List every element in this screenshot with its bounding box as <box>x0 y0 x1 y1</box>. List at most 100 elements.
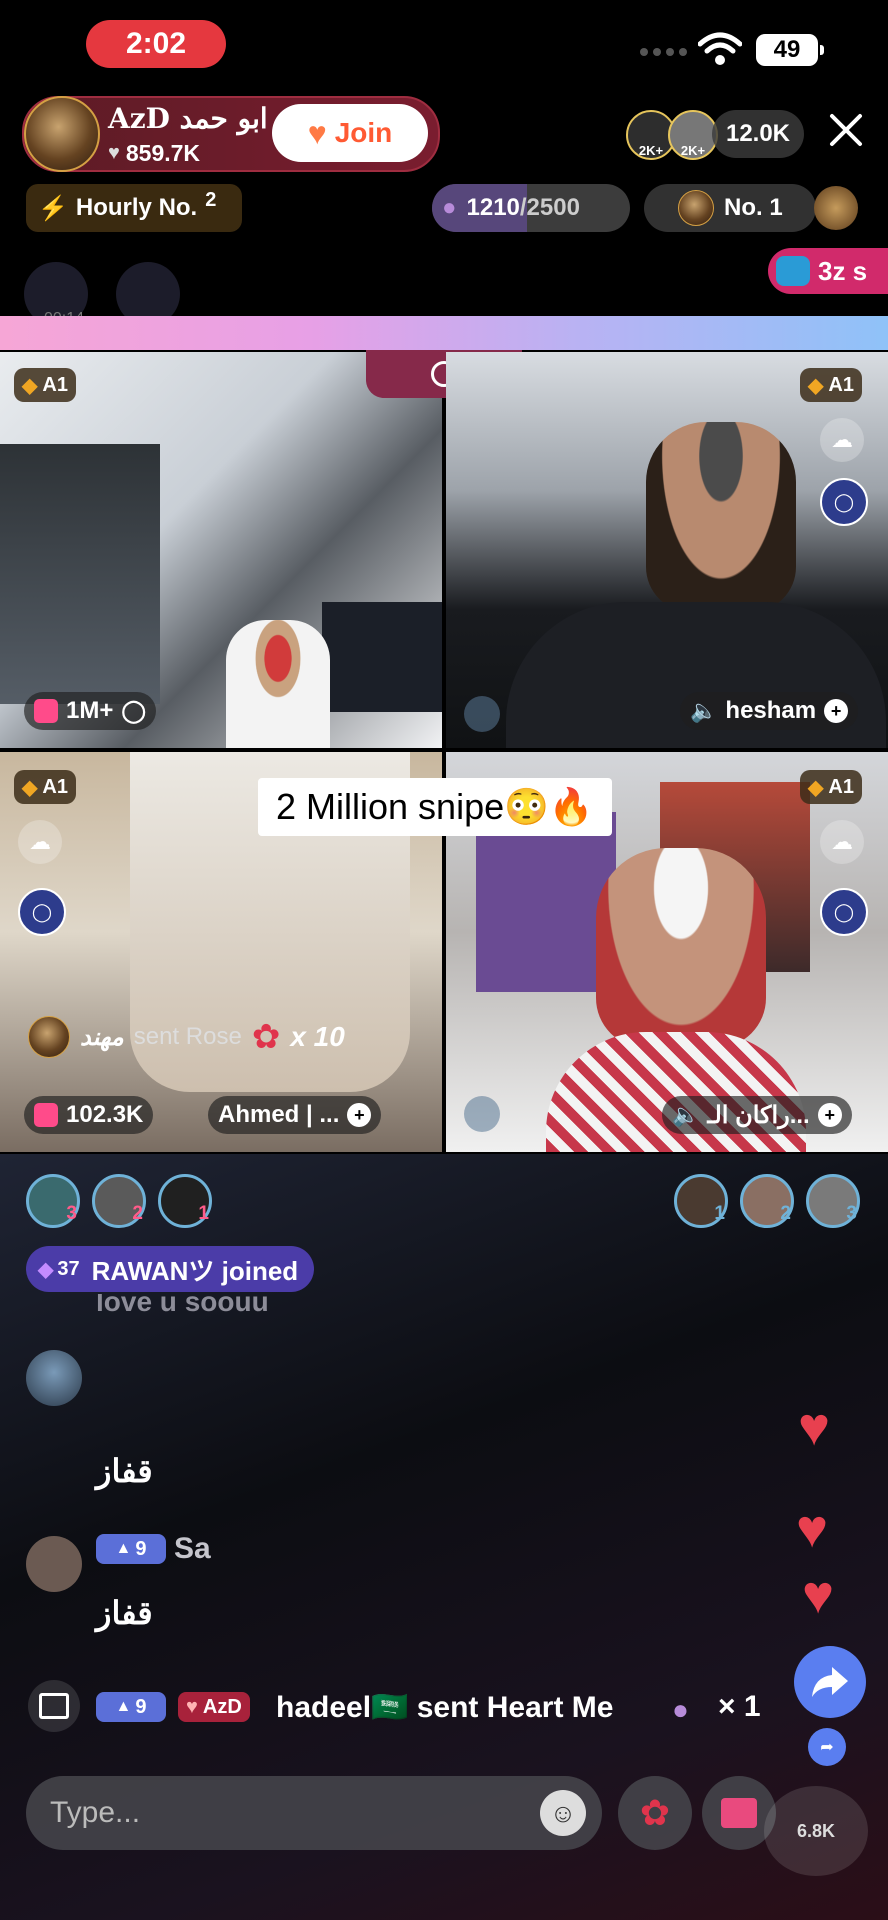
tile-2-person <box>646 422 796 612</box>
tile-1-tier: ◆ A1 <box>14 368 76 402</box>
tile-2-name-pill[interactable]: 🔈 hesham + <box>680 692 859 730</box>
status-bar: 2:02 49 <box>0 0 888 92</box>
top-viewer-avatar-2[interactable]: 2K+ <box>668 110 718 160</box>
left-rank-avatar-1[interactable]: 1 <box>158 1174 212 1228</box>
right-rank-avatar-3[interactable]: 3 <box>806 1174 860 1228</box>
heart-icon: ♥ <box>108 142 120 164</box>
battle-progress-bar <box>0 316 888 350</box>
tile-3-tier: ◆ A1 <box>14 770 76 804</box>
chat-username-2[interactable]: Sa <box>174 1532 211 1566</box>
promo-label: 3z s <box>818 255 868 286</box>
hourly-rank-chip[interactable]: ⚡ Hourly No. 2 <box>26 184 242 232</box>
diamond-icon: ◆ <box>808 776 824 799</box>
lips-gift-icon: ● <box>672 1694 689 1725</box>
hourly-label: Hourly No. <box>75 194 198 221</box>
gift-line-level-chip: ▲ 9 <box>96 1692 166 1722</box>
chat-avatar-2[interactable] <box>26 1536 82 1592</box>
tile-3-mask-icon[interactable]: ◯ <box>18 888 66 936</box>
tile-2-tier-label: A1 <box>828 373 854 396</box>
join-button[interactable]: ♥ Join <box>272 104 428 162</box>
gift-shop-icon[interactable] <box>28 1680 80 1732</box>
tile-3-cloud-icon[interactable]: ☁ <box>18 820 62 864</box>
tile-1-person <box>226 620 330 748</box>
emoji-icon[interactable]: ☺ <box>540 1790 586 1836</box>
hourly-rank: 2 <box>205 188 217 211</box>
right-rank-3-label: 3 <box>846 1203 857 1224</box>
tile-4-mask-icon[interactable]: ◯ <box>820 888 868 936</box>
share-count: 6.8K <box>796 1820 836 1841</box>
overlay-caption: 2 Million snipe😳🔥 <box>258 778 612 836</box>
no1-label: No. 1 <box>724 194 783 221</box>
gift-sender-name: مهند <box>80 1023 124 1051</box>
viewer-badge-2: 2K+ <box>680 143 706 158</box>
chat-faded-message: love u soouu <box>96 1294 269 1317</box>
gift-line-text: hadeel🇸🇦 sent Heart Me <box>276 1691 614 1724</box>
gift-notification: مهند sent Rose ✿ x 10 <box>28 1016 345 1058</box>
heart-icon: ♥ <box>798 1397 831 1457</box>
muted-speaker-icon: 🔈 <box>690 698 718 723</box>
signal-icon <box>640 48 687 56</box>
tile-3-stat[interactable]: 102.3K <box>24 1096 154 1134</box>
gift-count: x 10 <box>290 1021 345 1052</box>
tile-4-name: راكان الـ... <box>707 1101 810 1129</box>
tile-4-name-pill[interactable]: 🔈 راكان الـ... + <box>662 1096 852 1134</box>
gift-line-level: 9 <box>135 1695 147 1718</box>
tile-2-follow-plus[interactable]: + <box>824 699 849 723</box>
no1-avatar <box>678 190 714 226</box>
chat-message-2: قفاز <box>96 1594 153 1632</box>
left-rank-avatar-2[interactable]: 2 <box>92 1174 146 1228</box>
right-rank-avatar-1[interactable]: 1 <box>674 1174 728 1228</box>
no1-chip[interactable]: No. 1 <box>644 184 816 232</box>
status-time: 2:02 <box>86 20 226 68</box>
chat-message-1: قفاز <box>96 1452 153 1490</box>
right-rank-1-label: 1 <box>714 1203 725 1224</box>
tile-1-tier-label: A1 <box>42 373 68 396</box>
gift-sender-avatar <box>28 1016 70 1058</box>
left-rank-avatar-3[interactable]: 3 <box>26 1174 80 1228</box>
tile-3-follow-plus[interactable]: + <box>347 1103 372 1127</box>
tile-1-window <box>0 444 160 704</box>
lips-icon: ● <box>442 194 457 221</box>
heart-icon: ♥ <box>802 1565 835 1625</box>
heart-icon: ♥ <box>796 1499 829 1559</box>
diamond-icon: ◆ <box>808 374 824 397</box>
heart-plus-icon: ♥ <box>307 114 327 151</box>
join-label: Join <box>334 117 393 148</box>
tile-3-tier-label: A1 <box>42 775 68 798</box>
tile-4-poster <box>476 812 616 992</box>
promo-banner[interactable]: 3z s <box>768 248 888 294</box>
share-button[interactable] <box>794 1646 866 1718</box>
tile-1-stat[interactable]: 1M+ ◯ <box>24 692 156 730</box>
goal-progress[interactable]: ● 1210 /2500 <box>432 184 630 232</box>
tile-4-cloud-icon[interactable]: ☁ <box>820 820 864 864</box>
tile-4-camera-icon <box>464 1096 500 1132</box>
tile-2-tier: ◆ A1 <box>800 368 862 402</box>
video-tile-1[interactable]: ◆ A1 1M+ ◯ <box>0 352 442 748</box>
battery-indicator: 49 <box>756 34 824 66</box>
eagle-icon <box>814 186 858 230</box>
chat-avatar-1[interactable] <box>26 1350 82 1406</box>
share-count-button[interactable]: 6.8K <box>764 1786 868 1876</box>
tile-2-cloud-icon[interactable]: ☁ <box>820 418 864 462</box>
close-icon[interactable] <box>824 108 868 152</box>
tile-2-mask-icon[interactable]: ◯ <box>820 478 868 526</box>
right-rank-avatar-2[interactable]: 2 <box>740 1174 794 1228</box>
host-likes: ♥ 859.7K <box>108 140 200 167</box>
left-rank-3-label: 3 <box>66 1203 77 1224</box>
goal-total: /2500 <box>519 194 580 221</box>
viewer-count-pill[interactable]: 12.0K <box>712 110 804 158</box>
tile-1-tv <box>322 602 442 712</box>
rose-gift-button[interactable]: ✿ <box>618 1776 692 1850</box>
joined-level: 37 <box>57 1257 80 1280</box>
tile-3-name-pill[interactable]: Ahmed | ... + <box>208 1096 382 1134</box>
tile-2-camera-icon <box>464 696 500 732</box>
tile-3-stat-value: 102.3K <box>66 1101 144 1128</box>
diamond-icon: ◆ <box>22 374 38 397</box>
video-tile-2[interactable]: ◆ A1 ☁ ◯ 🔈 hesham + <box>446 352 888 748</box>
mini-share-icon[interactable]: ➦ <box>808 1728 846 1766</box>
heart-badge-icon: ♥ <box>186 1695 198 1718</box>
wifi-icon <box>698 32 742 65</box>
tile-4-follow-plus[interactable]: + <box>817 1103 842 1127</box>
comment-input[interactable]: Type... <box>26 1776 602 1850</box>
host-avatar[interactable] <box>24 96 100 172</box>
